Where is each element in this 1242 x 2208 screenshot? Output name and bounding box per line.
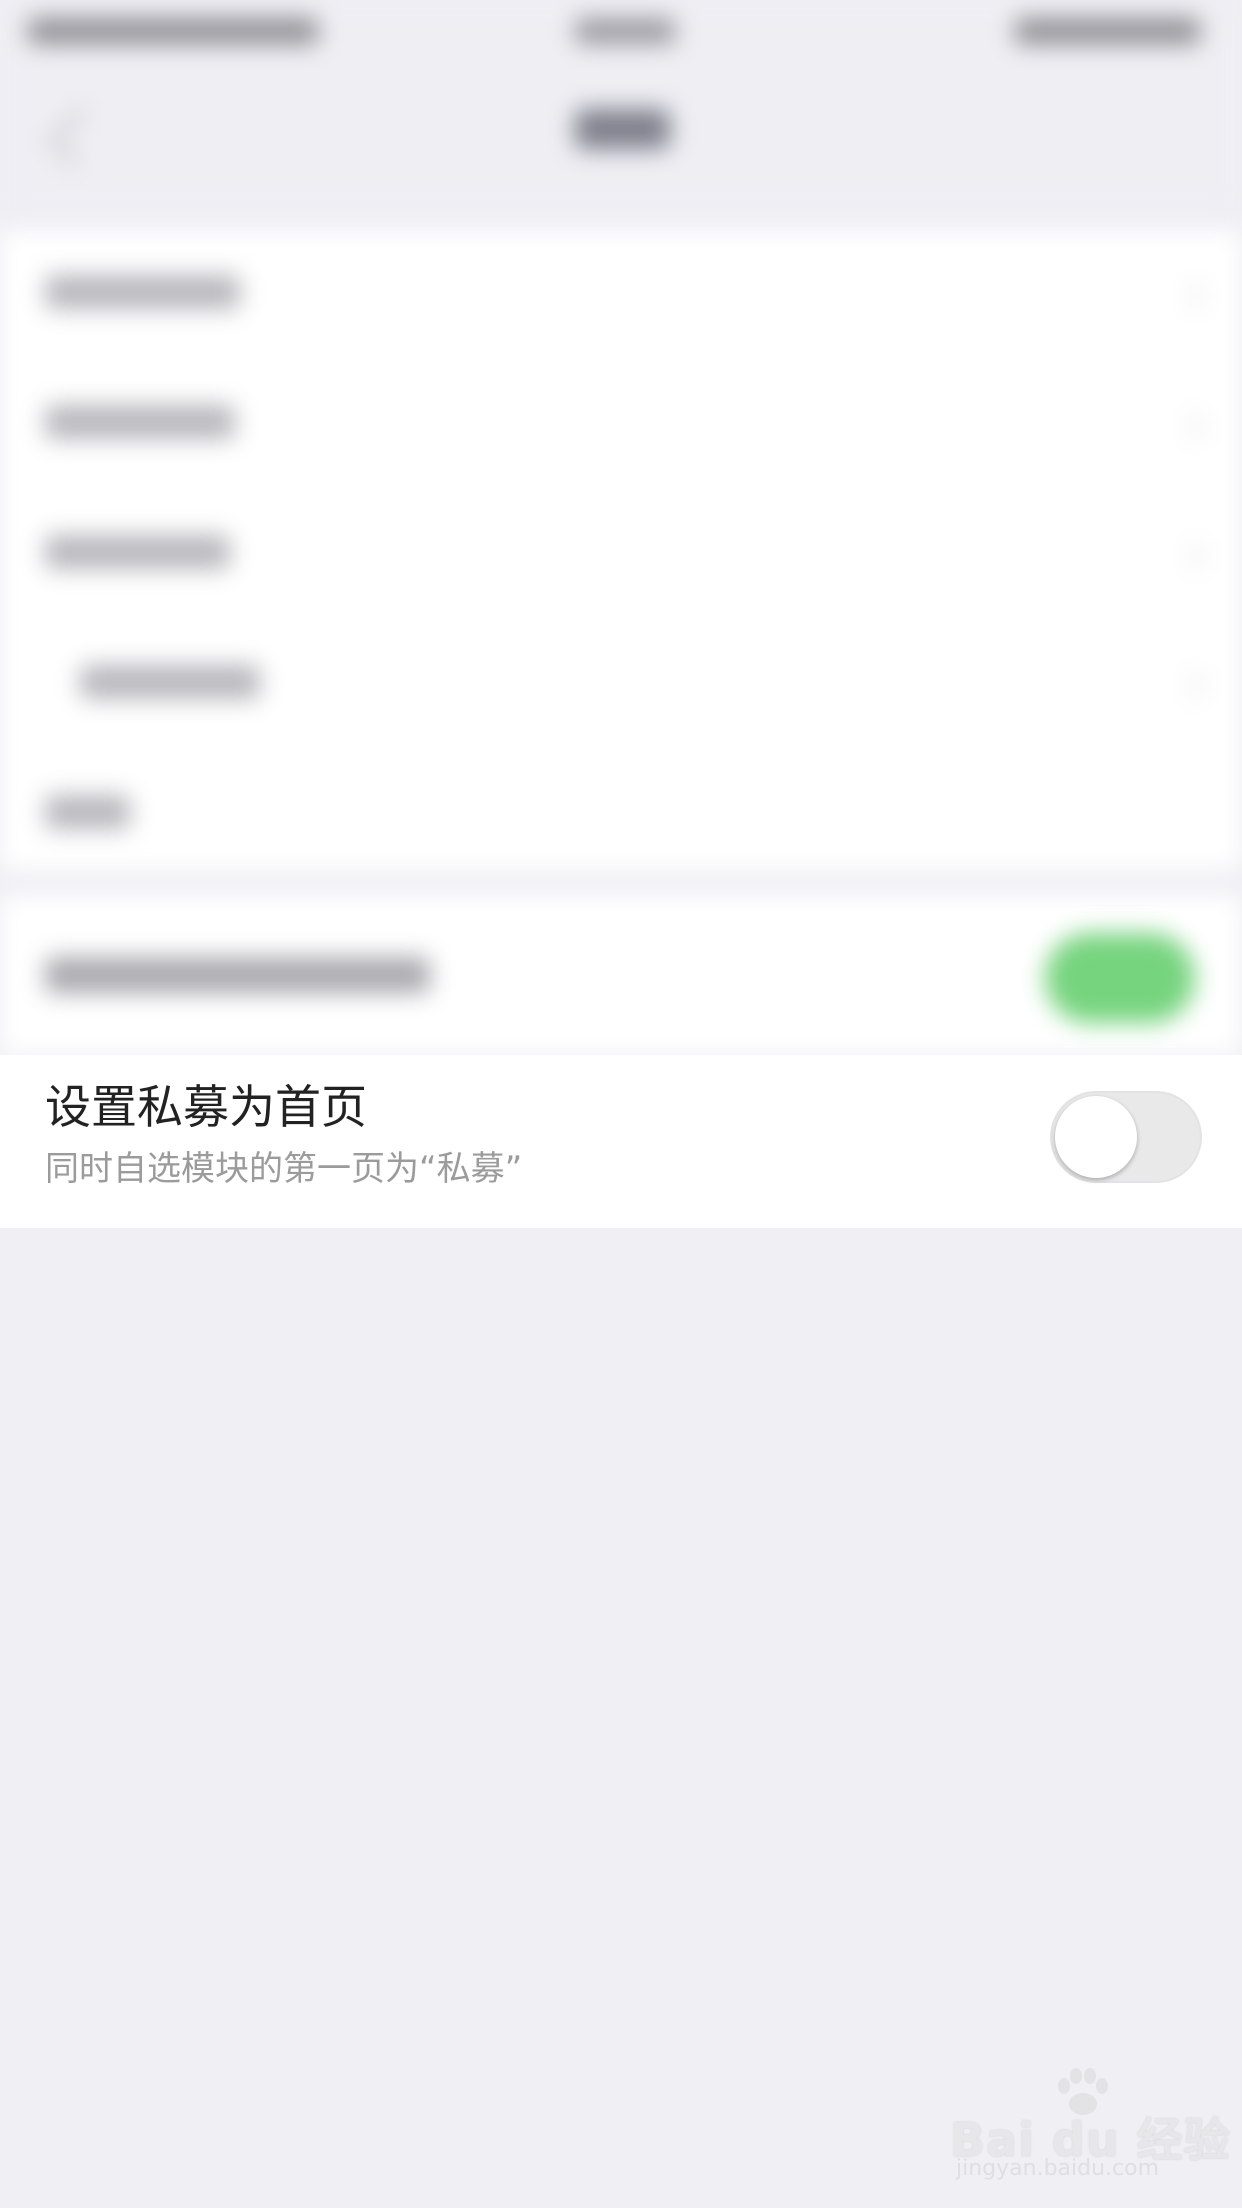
settings-toggle-label xyxy=(45,957,430,993)
settings-group xyxy=(0,230,1242,870)
back-arrow-icon[interactable] xyxy=(49,108,107,166)
settings-row-3[interactable] xyxy=(45,535,230,569)
navigation-bar xyxy=(0,64,1242,214)
private-fund-homepage-toggle[interactable] xyxy=(1050,1091,1202,1183)
toggle-switch-on[interactable] xyxy=(1045,933,1195,1023)
toggle-knob xyxy=(1055,1096,1137,1178)
set-private-fund-homepage-row: 设置私募为首页 同时自选模块的第一页为“私募” xyxy=(0,1055,1242,1228)
baidu-jingyan-watermark: Bai du 经验 jingyan.baidu.com xyxy=(950,2068,1230,2181)
chevron-right-icon xyxy=(1175,670,1207,702)
status-bar xyxy=(0,0,1242,64)
settings-row-1[interactable] xyxy=(45,275,240,309)
status-carrier xyxy=(28,18,318,44)
settings-toggle-row xyxy=(0,895,1242,1055)
nav-title xyxy=(575,109,670,149)
setting-title: 设置私募为首页 xyxy=(45,1080,367,1134)
settings-row-4[interactable] xyxy=(80,665,260,699)
chevron-right-icon xyxy=(1175,280,1207,312)
setting-subtitle: 同时自选模块的第一页为“私募” xyxy=(45,1149,523,1189)
settings-row-5[interactable] xyxy=(45,795,130,829)
chevron-right-icon xyxy=(1175,410,1207,442)
status-battery xyxy=(1015,18,1200,44)
chevron-right-icon xyxy=(1175,540,1207,572)
obscured-settings-area xyxy=(0,0,1242,1060)
settings-row-2[interactable] xyxy=(45,405,235,439)
watermark-url: jingyan.baidu.com xyxy=(956,2156,1160,2181)
status-time xyxy=(575,18,675,44)
